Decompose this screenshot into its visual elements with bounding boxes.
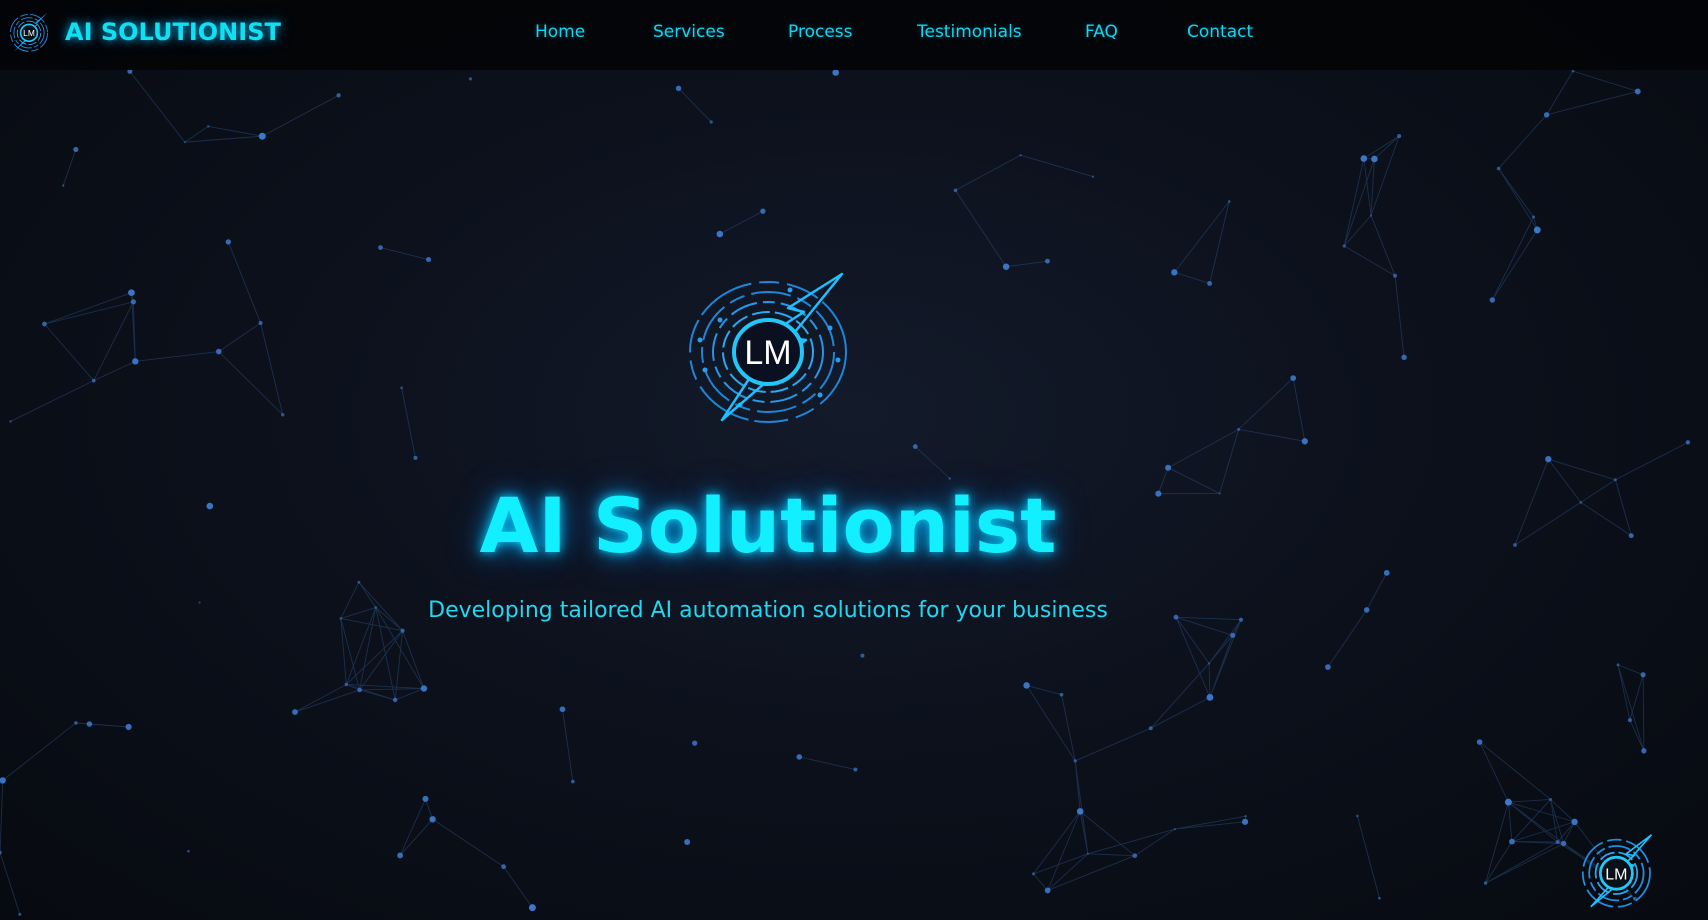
nav-home[interactable]: Home <box>535 22 585 42</box>
nav-faq[interactable]: FAQ <box>1085 22 1118 42</box>
network-background <box>0 68 1691 916</box>
nav-contact[interactable]: Contact <box>1187 22 1253 42</box>
hero-logo-icon: LM <box>689 272 847 423</box>
navbar: LM AI SOLUTIONIST Home Services Process … <box>0 0 1708 70</box>
nav-testimonials[interactable]: Testimonials <box>917 22 1022 42</box>
floating-logo-initials: LM <box>1605 867 1627 884</box>
hero-title: AI Solutionist <box>479 481 1057 570</box>
nav-process[interactable]: Process <box>788 22 853 42</box>
page: LM AI SOLUTIONIST Home Services Process … <box>0 0 1708 920</box>
main-nav: Home Services Process Testimonials FAQ C… <box>0 22 1708 46</box>
hero-subtitle: Developing tailored AI automation soluti… <box>428 598 1108 623</box>
nav-services[interactable]: Services <box>653 22 725 42</box>
hero-logo-initials: LM <box>744 334 791 372</box>
floating-logo-icon[interactable]: LM <box>1578 830 1658 910</box>
